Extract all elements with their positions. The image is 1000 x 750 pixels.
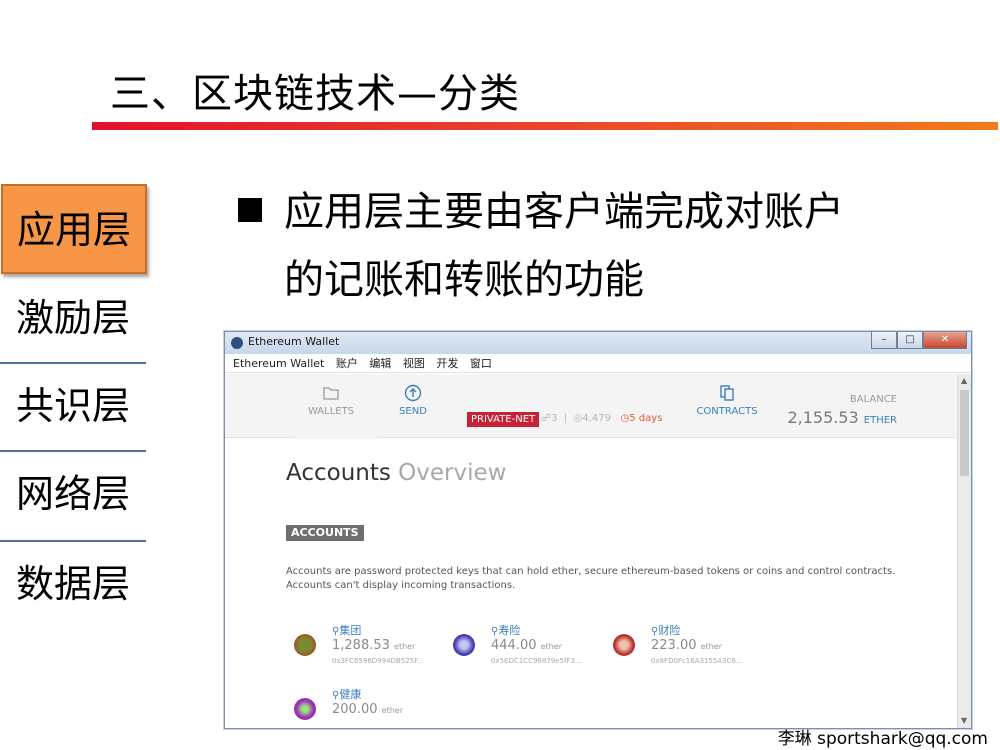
account-card[interactable]: ⚲集团 1,288.53 ether 0x3FC6596D994DB525F..… xyxy=(286,622,436,676)
bullet-line-2: 的记账和转账的功能 xyxy=(284,257,644,303)
vertical-scrollbar[interactable]: ▲ ▼ xyxy=(957,374,971,728)
page-heading: Accounts Overview xyxy=(286,460,506,486)
account-amount: 444.00 ether xyxy=(491,638,562,653)
account-avatar xyxy=(294,634,316,656)
account-card[interactable]: ⚲健康 200.00 ether xyxy=(286,686,436,728)
layer-consensus[interactable]: 共识层 xyxy=(0,362,146,450)
balance-amount: 2,155.53 xyxy=(787,408,859,427)
scroll-thumb[interactable] xyxy=(960,390,969,476)
tab-contracts-label: CONTRACTS xyxy=(696,406,758,417)
folder-icon xyxy=(323,387,339,400)
clock-icon: ◷ xyxy=(620,413,630,424)
window-titlebar[interactable]: Ethereum Wallet – □ ✕ xyxy=(225,332,971,354)
scroll-up-icon[interactable]: ▲ xyxy=(961,376,967,385)
account-name: ⚲健康 xyxy=(332,688,362,701)
account-name: ⚲财险 xyxy=(651,624,681,637)
wallet-header: WALLETS SEND PRIVATE-NET ☍3 | ◎4,479 ◷5 … xyxy=(225,374,957,439)
menu-bar: Ethereum Wallet 账户 编辑 视图 开发 窗口 xyxy=(225,354,971,373)
footer-credit: 李琳 sportshark@qq.com xyxy=(777,729,988,749)
window-title: Ethereum Wallet xyxy=(248,335,340,348)
network-status: ☍3 | ◎4,479 ◷5 days xyxy=(541,413,663,424)
tab-wallets-label: WALLETS xyxy=(307,406,355,417)
layer-network[interactable]: 网络层 xyxy=(0,450,146,538)
menu-window[interactable]: 窗口 xyxy=(470,354,492,373)
account-avatar xyxy=(453,634,475,656)
bullet-line-1: 应用层主要由客户端完成对账户 xyxy=(284,189,844,235)
peer-count: 3 xyxy=(551,413,558,424)
account-address: 0x8FD0Fc16A3155A3C6... xyxy=(651,657,743,665)
account-card[interactable]: ⚲财险 223.00 ether 0x8FD0Fc16A3155A3C6... xyxy=(605,622,755,676)
bullet-text: 应用层主要由客户端完成对账户 的记账和转账的功能 xyxy=(284,178,944,314)
account-amount: 223.00 ether xyxy=(651,638,722,653)
send-arrow-icon xyxy=(404,384,422,402)
menu-edit[interactable]: 编辑 xyxy=(369,354,391,373)
layer-incentive[interactable]: 激励层 xyxy=(0,274,146,362)
balance-unit: ETHER xyxy=(863,415,897,426)
bullet-square-icon xyxy=(238,198,262,222)
account-card[interactable]: ⚲寿险 444.00 ether 0x5EDC1CC96879e5fF3... xyxy=(445,622,595,676)
title-underline xyxy=(92,122,998,130)
block-number: 4,479 xyxy=(582,413,611,424)
account-avatar xyxy=(613,634,635,656)
account-address: 0x5EDC1CC96879e5fF3... xyxy=(491,657,582,665)
balance-value: 2,155.53 ETHER xyxy=(787,408,897,427)
menu-accounts[interactable]: 账户 xyxy=(336,354,358,373)
account-amount: 1,288.53 ether xyxy=(332,638,416,653)
tab-wallets[interactable]: WALLETS xyxy=(293,374,379,439)
accounts-section-tag: ACCOUNTS xyxy=(286,525,364,541)
layer-data[interactable]: 数据层 xyxy=(0,540,146,628)
heading-main: Accounts xyxy=(286,460,391,486)
contracts-icon xyxy=(720,385,734,401)
account-name: ⚲集团 xyxy=(332,624,362,637)
maximize-icon[interactable]: □ xyxy=(897,332,923,349)
account-amount: 200.00 ether xyxy=(332,702,403,717)
accounts-description: Accounts are password protected keys tha… xyxy=(286,566,896,591)
peers-icon: ☍ xyxy=(541,413,552,424)
balance-label: BALANCE xyxy=(849,394,897,405)
menu-develop[interactable]: 开发 xyxy=(436,354,458,373)
tab-send-label: SEND xyxy=(399,406,427,417)
wallet-window: Ethereum Wallet – □ ✕ Ethereum Wallet 账户… xyxy=(224,331,972,729)
menu-view[interactable]: 视图 xyxy=(403,354,425,373)
account-address: 0x3FC6596D994DB525F... xyxy=(332,657,424,665)
heading-sub: Overview xyxy=(398,460,507,486)
private-net-badge: PRIVATE-NET xyxy=(467,412,540,427)
ethereum-app-icon xyxy=(231,337,243,349)
tab-send[interactable]: SEND xyxy=(393,374,433,438)
slide-title: 三、区块链技术—分类 xyxy=(110,71,520,117)
menu-ethereum-wallet[interactable]: Ethereum Wallet xyxy=(233,354,324,373)
account-name: ⚲寿险 xyxy=(491,624,521,637)
block-age: 5 days xyxy=(629,413,663,424)
tab-contracts[interactable]: CONTRACTS xyxy=(695,374,759,438)
minimize-icon[interactable]: – xyxy=(871,332,897,349)
account-avatar xyxy=(294,698,316,720)
close-icon[interactable]: ✕ xyxy=(923,332,967,349)
layer-application[interactable]: 应用层 xyxy=(1,184,147,274)
window-controls: – □ ✕ xyxy=(871,332,967,350)
